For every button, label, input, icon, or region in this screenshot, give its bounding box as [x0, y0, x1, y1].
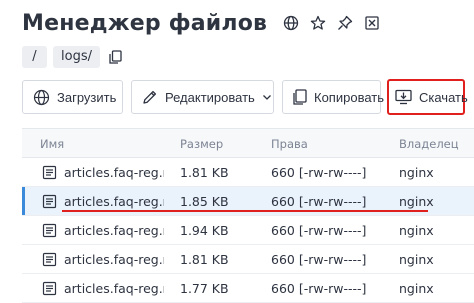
- edit-button-label: Редактировать: [165, 89, 255, 105]
- table-row[interactable]: articles.faq-reg.r... 1.77 KB 660 [-rw-r…: [22, 274, 474, 303]
- file-size: 1.81 KB: [180, 165, 229, 180]
- chevron-down-icon: [262, 92, 272, 102]
- column-owner-header[interactable]: Владелец: [399, 129, 459, 159]
- upload-button[interactable]: Загрузить: [22, 80, 123, 114]
- file-size: 1.94 KB: [180, 223, 229, 238]
- file-name[interactable]: articles.faq-reg.r...: [64, 216, 164, 245]
- breadcrumb: / logs/: [22, 46, 126, 68]
- copy-file-icon: [293, 89, 307, 105]
- column-perms-header[interactable]: Права: [271, 129, 308, 159]
- file-perms: 660 [-rw-rw----]: [271, 223, 367, 238]
- download-button[interactable]: Скачать: [387, 79, 468, 115]
- file-icon: [42, 223, 57, 238]
- file-size: 1.81 KB: [180, 252, 229, 267]
- table-row[interactable]: articles.faq-reg.r... 1.81 KB 660 [-rw-r…: [22, 158, 474, 187]
- pin-icon[interactable]: [337, 15, 353, 31]
- table-row[interactable]: articles.faq-reg.r... 1.81 KB 660 [-rw-r…: [22, 245, 474, 274]
- file-icon: [42, 165, 57, 180]
- download-icon: [395, 89, 412, 105]
- table-header: Имя Размер Права Владелец: [22, 128, 474, 158]
- file-name[interactable]: articles.faq-reg.r...: [64, 245, 164, 274]
- file-icon: [42, 194, 57, 209]
- copy-icon[interactable]: [106, 47, 126, 67]
- file-owner: nginx: [399, 252, 434, 267]
- file-perms: 660 [-rw-rw----]: [271, 252, 367, 267]
- table-row-selected[interactable]: articles.faq-reg.r... 1.85 KB 660 [-rw-r…: [22, 187, 474, 216]
- file-table: Имя Размер Права Владелец articles.faq-r…: [22, 128, 474, 303]
- column-size-header[interactable]: Размер: [180, 129, 223, 159]
- file-owner: nginx: [399, 281, 434, 296]
- table-row[interactable]: articles.faq-reg.r... 1.94 KB 660 [-rw-r…: [22, 216, 474, 245]
- title-actions: [283, 15, 380, 31]
- file-name[interactable]: articles.faq-reg.r...: [64, 158, 164, 187]
- breadcrumb-root[interactable]: /: [22, 46, 47, 68]
- edit-button[interactable]: Редактировать: [131, 80, 274, 114]
- file-name[interactable]: articles.faq-reg.r...: [64, 274, 164, 303]
- file-perms: 660 [-rw-rw----]: [271, 165, 367, 180]
- page-title: Менеджер файлов: [22, 10, 268, 36]
- column-name-header[interactable]: Имя: [40, 129, 64, 159]
- star-icon[interactable]: [310, 15, 326, 31]
- copy-button[interactable]: Копировать: [282, 80, 384, 114]
- copy-button-label: Копировать: [314, 89, 384, 105]
- selection-underline: [62, 210, 428, 212]
- file-owner: nginx: [399, 223, 434, 238]
- file-size: 1.77 KB: [180, 281, 229, 296]
- file-icon: [42, 281, 57, 296]
- upload-globe-icon: [33, 89, 50, 106]
- pencil-icon: [142, 89, 158, 105]
- file-owner: nginx: [399, 165, 434, 180]
- file-icon: [42, 252, 57, 267]
- toolbar: Загрузить Редактировать Копировать Скача…: [22, 79, 468, 115]
- upload-button-label: Загрузить: [57, 89, 117, 105]
- globe-icon[interactable]: [283, 15, 299, 31]
- breadcrumb-folder[interactable]: logs/: [53, 46, 100, 68]
- excel-icon[interactable]: [364, 15, 380, 31]
- file-perms: 660 [-rw-rw----]: [271, 281, 367, 296]
- download-button-label: Скачать: [419, 89, 468, 105]
- title-row: Менеджер файлов: [22, 6, 380, 40]
